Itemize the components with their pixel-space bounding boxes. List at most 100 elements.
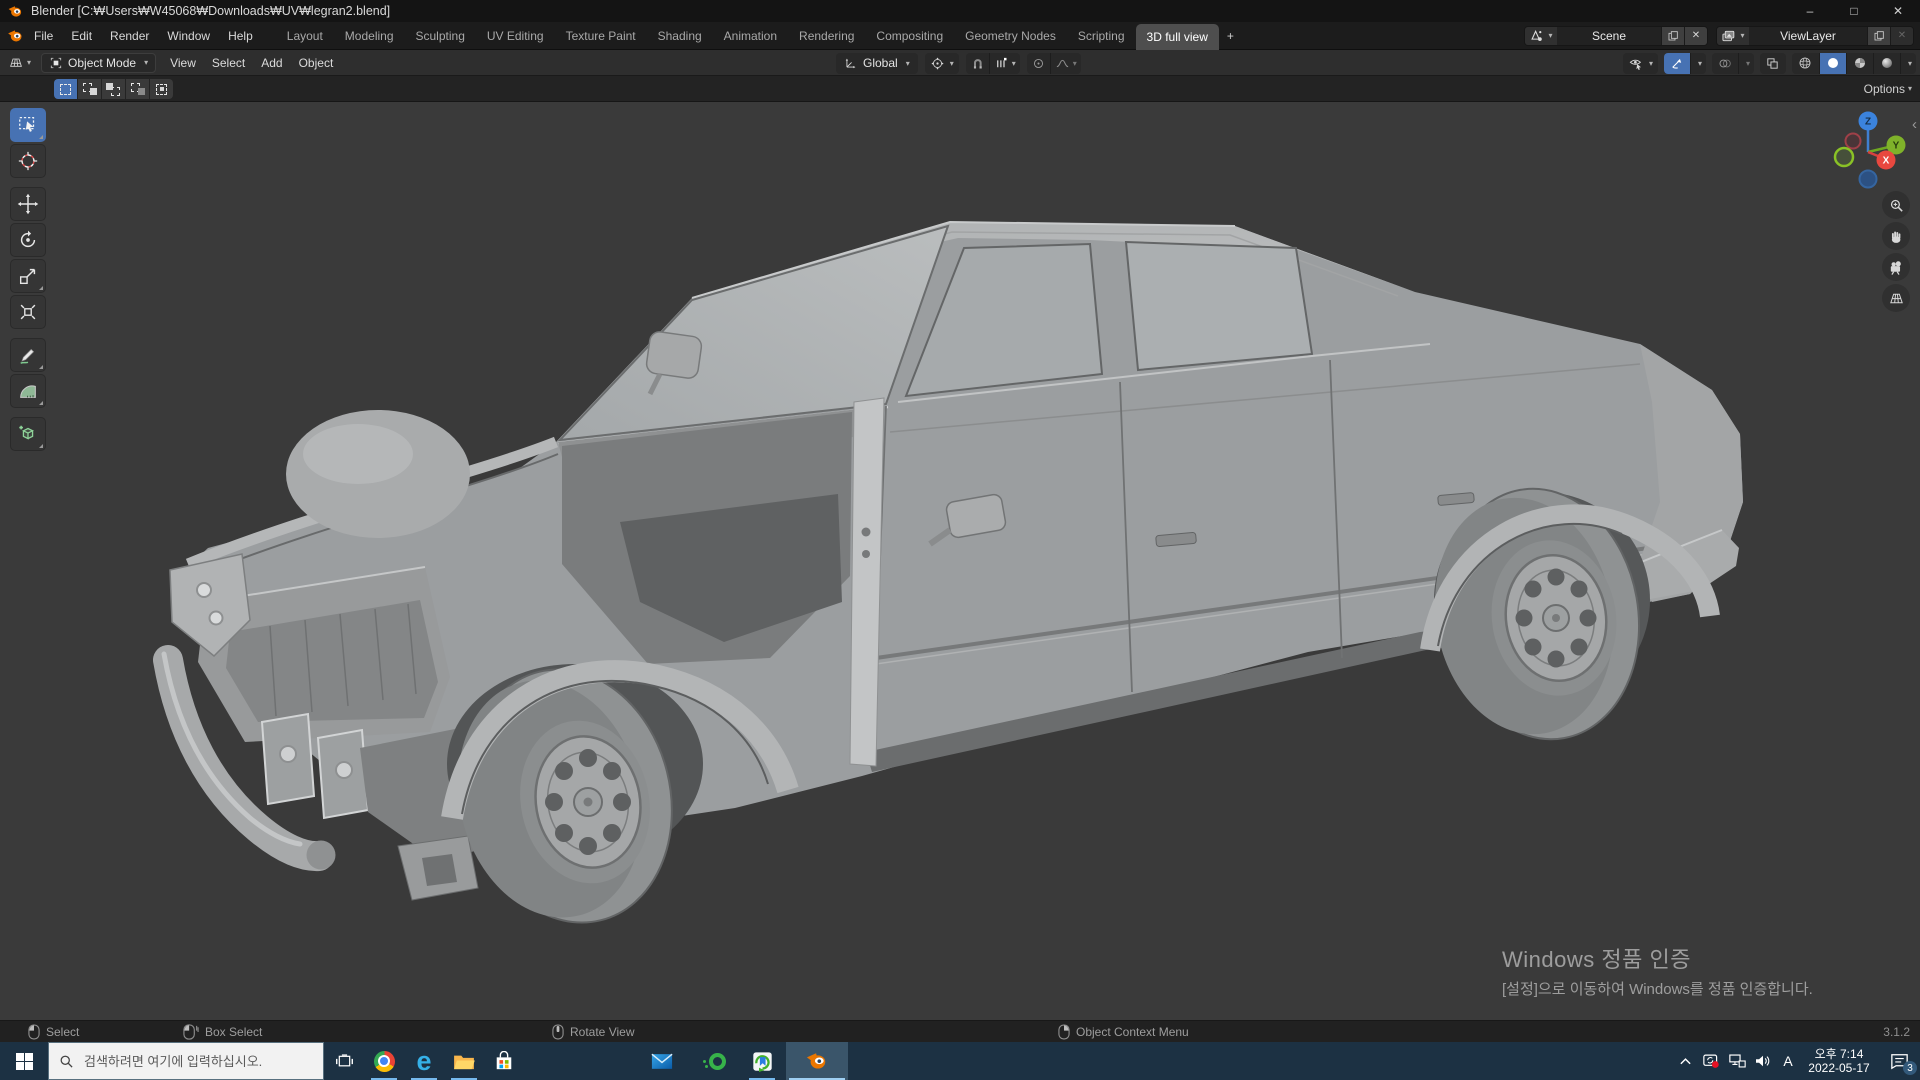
tray-clock[interactable]: 오후 7:14 2022-05-17 bbox=[1800, 1042, 1878, 1080]
menu-view[interactable]: View bbox=[162, 50, 204, 76]
falloff-dropdown[interactable]: ▾ bbox=[1050, 53, 1081, 74]
notification-center-button[interactable]: 3 bbox=[1878, 1042, 1920, 1080]
snap-toggle-button[interactable] bbox=[966, 53, 989, 74]
start-button[interactable] bbox=[0, 1042, 48, 1080]
editor-type-button[interactable]: ▾ bbox=[4, 52, 35, 74]
tray-chevron-icon[interactable] bbox=[1672, 1042, 1698, 1080]
show-gizmo-toggle[interactable] bbox=[1664, 53, 1690, 74]
tray-network-icon[interactable] bbox=[1724, 1042, 1750, 1080]
tool-measure[interactable] bbox=[10, 374, 46, 408]
search-input[interactable] bbox=[84, 1054, 304, 1069]
falloff-curve-icon bbox=[1055, 56, 1070, 71]
transform-orientation-dropdown[interactable]: Global ▾ bbox=[836, 53, 918, 74]
show-overlays-toggle[interactable] bbox=[1712, 53, 1738, 74]
menu-window[interactable]: Window bbox=[158, 22, 219, 50]
task-view-button[interactable] bbox=[324, 1042, 364, 1080]
tab-modeling[interactable]: Modeling bbox=[334, 23, 405, 50]
gizmo-axis-neg-z[interactable] bbox=[1860, 171, 1877, 188]
tab-geometry-nodes[interactable]: Geometry Nodes bbox=[954, 23, 1067, 50]
blender-menu-logo-icon[interactable] bbox=[6, 28, 25, 44]
menu-object[interactable]: Object bbox=[291, 50, 342, 76]
pan-hand-icon[interactable] bbox=[1882, 222, 1910, 250]
mode-dropdown[interactable]: Object Mode ▾ bbox=[41, 53, 156, 73]
zoom-icon[interactable] bbox=[1882, 191, 1910, 219]
tool-transform[interactable] bbox=[10, 295, 46, 329]
scene-unlink-button[interactable]: ✕ bbox=[1684, 27, 1707, 45]
shading-solid-button[interactable] bbox=[1819, 53, 1846, 74]
taskbar-mail[interactable] bbox=[642, 1042, 682, 1080]
select-set-button[interactable] bbox=[54, 79, 77, 99]
gizmo-axis-neg-x[interactable] bbox=[1835, 148, 1853, 166]
tool-move[interactable] bbox=[10, 187, 46, 221]
menu-select[interactable]: Select bbox=[204, 50, 253, 76]
taskbar-explorer[interactable] bbox=[444, 1042, 484, 1080]
close-icon[interactable]: ✕ bbox=[1876, 0, 1920, 22]
object-visibility-dropdown[interactable]: ▾ bbox=[1623, 53, 1658, 74]
tab-layout[interactable]: Layout bbox=[276, 23, 334, 50]
tray-security-icon[interactable] bbox=[1698, 1042, 1724, 1080]
tab-3d-full-view[interactable]: 3D full view bbox=[1136, 24, 1219, 50]
tab-compositing[interactable]: Compositing bbox=[865, 23, 954, 50]
tool-add-cube[interactable] bbox=[10, 417, 46, 451]
taskbar-blender-active[interactable] bbox=[786, 1042, 848, 1080]
shading-rendered-button[interactable] bbox=[1873, 53, 1900, 74]
tool-annotate[interactable] bbox=[10, 338, 46, 372]
scene-browse-button[interactable]: ▾ bbox=[1525, 27, 1557, 45]
view-layer-copy-button[interactable] bbox=[1867, 27, 1890, 45]
taskbar-ring-app[interactable] bbox=[697, 1042, 737, 1080]
viewport-3d-car-model[interactable] bbox=[0, 102, 1920, 1020]
pivot-point-dropdown[interactable]: ▾ bbox=[925, 53, 959, 74]
taskbar-search[interactable] bbox=[48, 1042, 324, 1080]
menu-add[interactable]: Add bbox=[253, 50, 290, 76]
proportional-edit-toggle[interactable] bbox=[1027, 53, 1050, 74]
tab-texture-paint[interactable]: Texture Paint bbox=[555, 23, 647, 50]
viewport-3d[interactable]: ‹ Z Y X bbox=[0, 102, 1920, 1020]
xray-toggle[interactable] bbox=[1760, 53, 1786, 74]
camera-view-icon[interactable] bbox=[1882, 253, 1910, 281]
shading-wireframe-button[interactable] bbox=[1792, 53, 1819, 74]
gizmo-axis-neg-y[interactable] bbox=[1846, 134, 1861, 149]
ortho-grid-icon[interactable] bbox=[1882, 284, 1910, 312]
add-workspace-button[interactable]: + bbox=[1219, 23, 1242, 50]
select-extend-button[interactable] bbox=[78, 79, 101, 99]
tray-volume-icon[interactable] bbox=[1750, 1042, 1776, 1080]
gizmo-dropdown[interactable]: ▾ bbox=[1690, 53, 1706, 74]
windows-taskbar: e bbox=[0, 1042, 1920, 1080]
overlays-dropdown[interactable]: ▾ bbox=[1738, 53, 1754, 74]
tab-sculpting[interactable]: Sculpting bbox=[405, 23, 476, 50]
view-layer-browse-button[interactable]: ▾ bbox=[1717, 27, 1749, 45]
tab-rendering[interactable]: Rendering bbox=[788, 23, 865, 50]
shading-dropdown[interactable]: ▾ bbox=[1900, 53, 1916, 74]
taskbar-chrome[interactable] bbox=[364, 1042, 404, 1080]
taskbar-store[interactable] bbox=[484, 1042, 524, 1080]
window-titlebar[interactable]: Blender [C:₩Users₩W45068₩Downloads₩UV₩le… bbox=[0, 0, 1920, 22]
minimize-icon[interactable]: – bbox=[1788, 0, 1832, 22]
menu-help[interactable]: Help bbox=[219, 22, 262, 50]
scene-copy-button[interactable] bbox=[1661, 27, 1684, 45]
tab-uv-editing[interactable]: UV Editing bbox=[476, 23, 555, 50]
snap-target-dropdown[interactable]: ▾ bbox=[989, 53, 1020, 74]
tool-scale[interactable] bbox=[10, 259, 46, 293]
taskbar-document-app[interactable] bbox=[742, 1042, 782, 1080]
shading-material-button[interactable] bbox=[1846, 53, 1873, 74]
select-intersect-button[interactable] bbox=[150, 79, 173, 99]
select-subtract-button[interactable] bbox=[102, 79, 125, 99]
menu-edit[interactable]: Edit bbox=[62, 22, 101, 50]
view-layer-remove-button[interactable]: ✕ bbox=[1890, 27, 1913, 45]
tab-animation[interactable]: Animation bbox=[713, 23, 788, 50]
tool-rotate[interactable] bbox=[10, 223, 46, 257]
tab-shading[interactable]: Shading bbox=[647, 23, 713, 50]
tab-scripting[interactable]: Scripting bbox=[1067, 23, 1136, 50]
menu-render[interactable]: Render bbox=[101, 22, 158, 50]
scene-name[interactable]: Scene bbox=[1557, 27, 1661, 45]
tool-select-box[interactable] bbox=[10, 108, 46, 142]
tray-ime-indicator[interactable]: A bbox=[1776, 1042, 1800, 1080]
navigation-gizmo[interactable]: Z Y X bbox=[1818, 102, 1918, 202]
options-dropdown[interactable]: Options ▾ bbox=[1864, 76, 1912, 102]
tool-cursor[interactable] bbox=[10, 144, 46, 178]
view-layer-name[interactable]: ViewLayer bbox=[1749, 27, 1867, 45]
select-invert-button[interactable] bbox=[126, 79, 149, 99]
menu-file[interactable]: File bbox=[25, 22, 62, 50]
maximize-icon[interactable]: □ bbox=[1832, 0, 1876, 22]
taskbar-edge[interactable]: e bbox=[404, 1042, 444, 1080]
